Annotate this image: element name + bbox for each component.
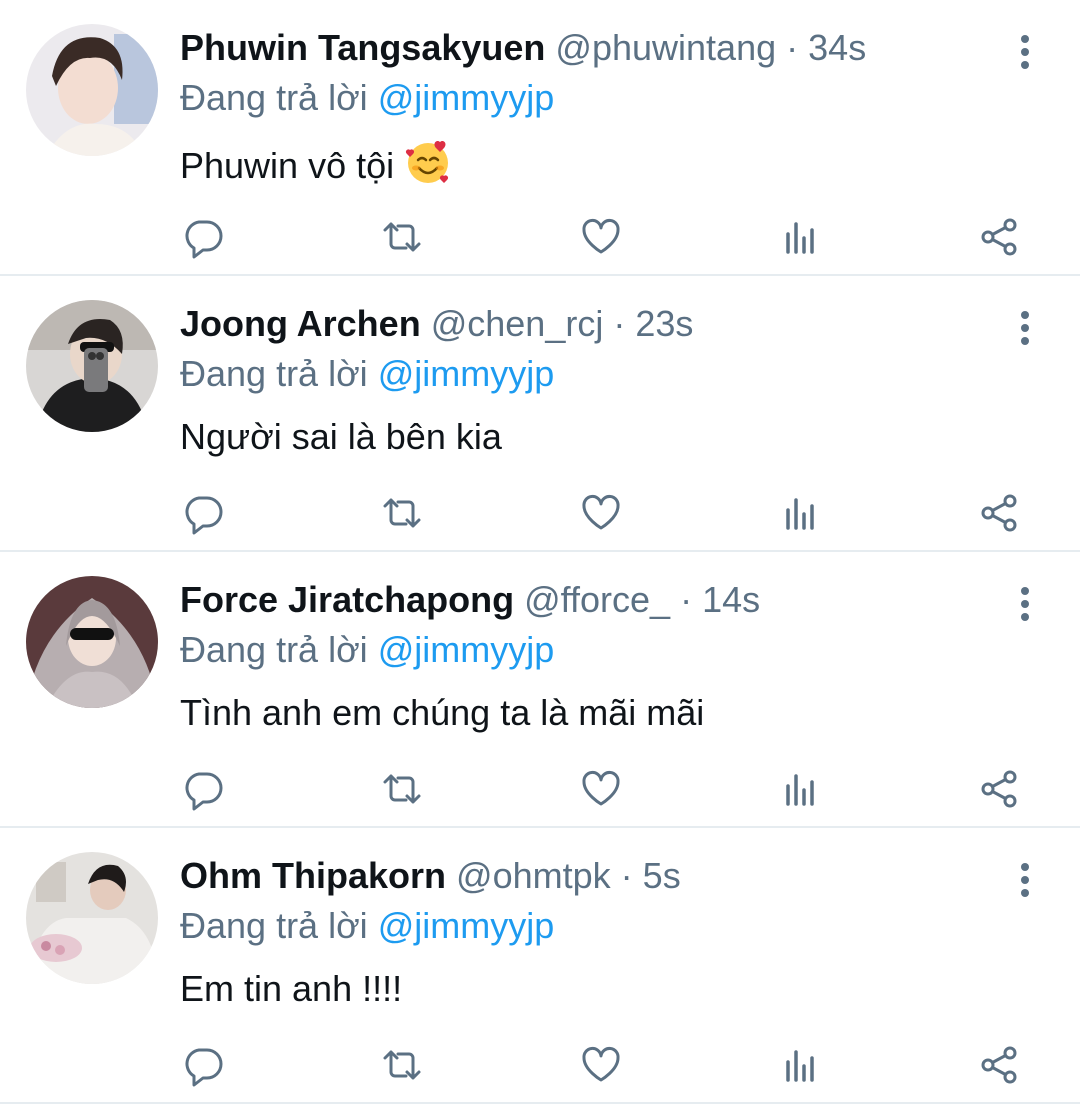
replying-prefix: Đang trả lời	[180, 905, 368, 946]
avatar[interactable]	[26, 24, 158, 156]
tweet-header: Force Jiratchapong @fforce_ · 14s	[180, 578, 760, 622]
username[interactable]: @ohmtpk	[456, 855, 611, 896]
share-icon[interactable]	[976, 766, 1022, 812]
username[interactable]: @chen_rcj	[431, 303, 604, 344]
more-options-icon[interactable]	[1010, 586, 1040, 622]
retweet-icon[interactable]	[379, 766, 425, 812]
tweet-text-body: Tình anh em chúng ta là mãi mãi	[180, 692, 705, 733]
reply-icon[interactable]	[180, 766, 226, 812]
tweet-item[interactable]: Ohm Thipakorn @ohmtpk · 5s Đang trả lời …	[0, 828, 1080, 1104]
smiling-face-with-hearts-icon	[404, 138, 452, 186]
tweet-item[interactable]: Joong Archen @chen_rcj · 23s Đang trả lờ…	[0, 276, 1080, 552]
replying-to-line: Đang trả lời @jimmyyjp	[180, 352, 554, 396]
avatar[interactable]	[26, 300, 158, 432]
mention-link[interactable]: @jimmyyjp	[378, 353, 555, 394]
separator-dot: ·	[613, 303, 626, 344]
avatar[interactable]	[26, 576, 158, 708]
like-icon[interactable]	[578, 214, 624, 260]
more-options-icon[interactable]	[1010, 34, 1040, 70]
analytics-icon[interactable]	[777, 490, 823, 536]
replying-prefix: Đang trả lời	[180, 353, 368, 394]
replying-to-line: Đang trả lời @jimmyyjp	[180, 628, 554, 672]
tweet-text: Phuwin vô tội	[180, 138, 452, 189]
like-icon[interactable]	[578, 766, 624, 812]
tweet-text: Người sai là bên kia	[180, 414, 502, 460]
timestamp[interactable]: 34s	[808, 27, 866, 68]
share-icon[interactable]	[976, 1042, 1022, 1088]
mention-link[interactable]: @jimmyyjp	[378, 629, 555, 670]
tweet-text: Tình anh em chúng ta là mãi mãi	[180, 690, 704, 736]
reply-icon[interactable]	[180, 214, 226, 260]
share-icon[interactable]	[976, 490, 1022, 536]
tweet-header: Joong Archen @chen_rcj · 23s	[180, 302, 693, 346]
replying-to-line: Đang trả lời @jimmyyjp	[180, 904, 554, 948]
username[interactable]: @phuwintang	[555, 27, 776, 68]
display-name[interactable]: Force Jiratchapong	[180, 579, 514, 620]
mention-link[interactable]: @jimmyyjp	[378, 77, 555, 118]
separator-dot: ·	[620, 855, 633, 896]
tweet-text-body: Phuwin vô tội	[180, 145, 395, 186]
analytics-icon[interactable]	[777, 214, 823, 260]
reply-icon[interactable]	[180, 1042, 226, 1088]
display-name[interactable]: Joong Archen	[180, 303, 421, 344]
reply-icon[interactable]	[180, 490, 226, 536]
share-icon[interactable]	[976, 214, 1022, 260]
tweet-text-body: Người sai là bên kia	[180, 416, 502, 457]
tweet-header: Ohm Thipakorn @ohmtpk · 5s	[180, 854, 681, 898]
retweet-icon[interactable]	[379, 1042, 425, 1088]
like-icon[interactable]	[578, 1042, 624, 1088]
tweet-item[interactable]: Phuwin Tangsakyuen @phuwintang · 34s Đan…	[0, 0, 1080, 276]
mention-link[interactable]: @jimmyyjp	[378, 905, 555, 946]
tweet-actions	[180, 1042, 1040, 1088]
replying-prefix: Đang trả lời	[180, 77, 368, 118]
tweet-actions	[180, 214, 1040, 260]
more-options-icon[interactable]	[1010, 310, 1040, 346]
analytics-icon[interactable]	[777, 1042, 823, 1088]
like-icon[interactable]	[578, 490, 624, 536]
analytics-icon[interactable]	[777, 766, 823, 812]
tweet-text: Em tin anh !!!!	[180, 966, 402, 1012]
retweet-icon[interactable]	[379, 214, 425, 260]
display-name[interactable]: Ohm Thipakorn	[180, 855, 446, 896]
tweet-item[interactable]: Force Jiratchapong @fforce_ · 14s Đang t…	[0, 552, 1080, 828]
timestamp[interactable]: 5s	[643, 855, 681, 896]
display-name[interactable]: Phuwin Tangsakyuen	[180, 27, 545, 68]
tweet-header: Phuwin Tangsakyuen @phuwintang · 34s	[180, 26, 866, 70]
retweet-icon[interactable]	[379, 490, 425, 536]
tweet-text-body: Em tin anh !!!!	[180, 968, 403, 1009]
tweet-actions	[180, 490, 1040, 536]
tweet-actions	[180, 766, 1040, 812]
separator-dot: ·	[786, 27, 799, 68]
avatar[interactable]	[26, 852, 158, 984]
separator-dot: ·	[680, 579, 693, 620]
timestamp[interactable]: 23s	[635, 303, 693, 344]
replying-to-line: Đang trả lời @jimmyyjp	[180, 76, 554, 120]
replying-prefix: Đang trả lời	[180, 629, 368, 670]
username[interactable]: @fforce_	[524, 579, 670, 620]
more-options-icon[interactable]	[1010, 862, 1040, 898]
timestamp[interactable]: 14s	[702, 579, 760, 620]
